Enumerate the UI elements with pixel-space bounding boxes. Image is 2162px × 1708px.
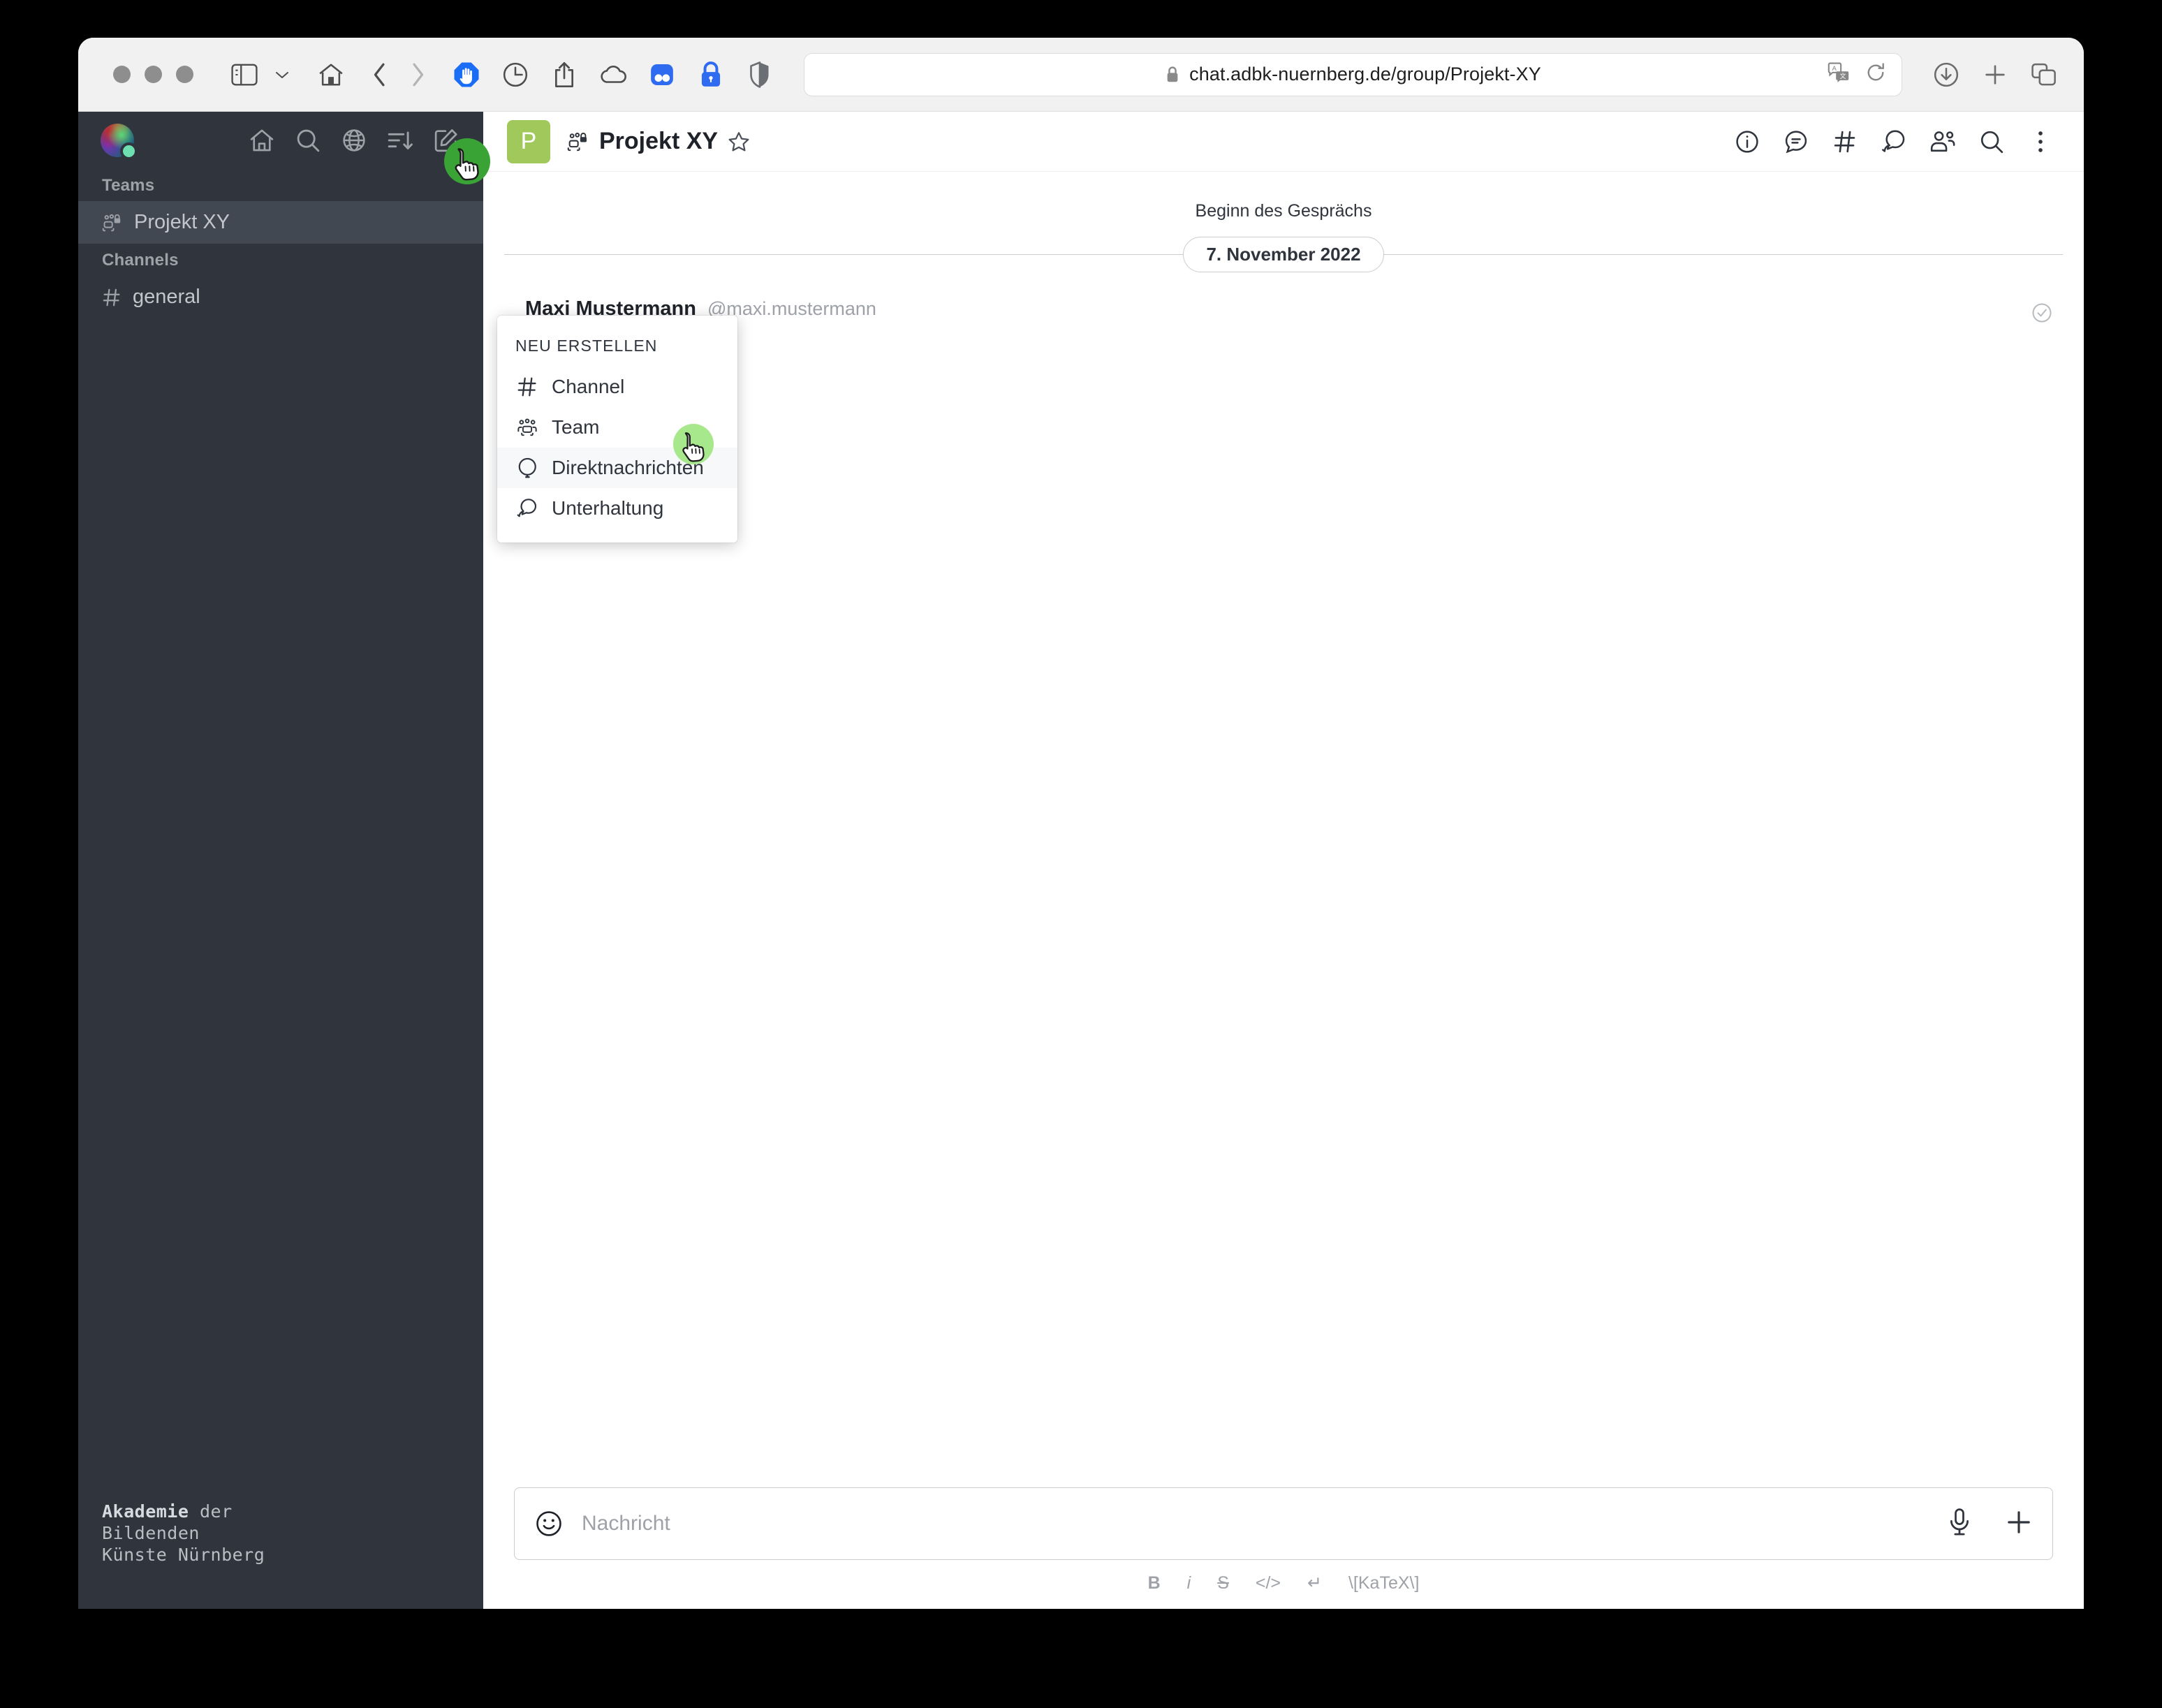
browser-toolbar: chat.adbk-nuernberg.de/group/Projekt-XY …: [78, 38, 2084, 112]
team-lock-icon: [567, 131, 589, 152]
strike-button[interactable]: S: [1217, 1573, 1229, 1593]
create-new-menu: NEU ERSTELLEN Channel Team Direktnachric…: [497, 316, 737, 543]
menu-item-label: Direktnachrichten: [552, 457, 704, 478]
plus-icon[interactable]: [2005, 1508, 2033, 1540]
logo-line-1-bold: Akademie: [102, 1501, 189, 1522]
italic-button[interactable]: i: [1187, 1573, 1191, 1593]
home-icon[interactable]: [249, 127, 275, 154]
date-divider: 7. November 2022: [483, 237, 2084, 272]
sidebar: Teams Projekt XY Channels general Akadem…: [78, 112, 490, 1609]
logo-line-2: Bildenden: [102, 1523, 200, 1543]
user-avatar[interactable]: [101, 124, 138, 160]
back-icon[interactable]: [361, 56, 399, 94]
sidebar-item-label: Projekt XY: [134, 211, 230, 233]
discussion-icon: [515, 498, 539, 519]
info-icon[interactable]: [1733, 128, 1761, 156]
sidebar-item-label: general: [133, 286, 200, 308]
hashtag-icon: [102, 288, 122, 307]
menu-item-channel[interactable]: Channel: [497, 367, 737, 407]
search-icon[interactable]: [1978, 128, 2006, 156]
star-outline-icon[interactable]: [728, 131, 750, 153]
menu-item-label: Channel: [552, 376, 625, 397]
divider-line-right: [1383, 254, 2064, 255]
address-bar[interactable]: chat.adbk-nuernberg.de/group/Projekt-XY …: [804, 52, 1902, 96]
icloud-icon[interactable]: [594, 56, 632, 94]
message-composer-area: Nachricht B i S </> ↵ \[KaTeX\]: [483, 1487, 2084, 1609]
svg-text:A: A: [1832, 65, 1837, 73]
smiley-icon[interactable]: [534, 1509, 564, 1538]
room-avatar[interactable]: P: [507, 119, 550, 163]
sidebar-section-channels-label: Channels: [102, 251, 179, 270]
address-bar-text: chat.adbk-nuernberg.de/group/Projekt-XY: [1189, 64, 1541, 84]
browser-window: chat.adbk-nuernberg.de/group/Projekt-XY …: [78, 38, 2084, 1609]
threads-icon[interactable]: [1782, 128, 1810, 156]
members-icon[interactable]: [1929, 128, 1957, 156]
extension-icon[interactable]: [643, 56, 681, 94]
sidebar-actions: [249, 127, 490, 184]
globe-icon[interactable]: [341, 127, 367, 154]
menu-item-label: Unterhaltung: [552, 497, 664, 519]
date-chip[interactable]: 7. November 2022: [1183, 237, 1384, 272]
svg-text:文: 文: [1840, 72, 1846, 80]
formatting-toolbar: B i S </> ↵ \[KaTeX\]: [514, 1560, 2053, 1609]
divider-line-left: [504, 254, 1184, 255]
reload-icon[interactable]: [1865, 62, 1886, 87]
message-input[interactable]: Nachricht: [582, 1512, 1928, 1536]
katex-button[interactable]: \[KaTeX\]: [1348, 1573, 1419, 1593]
logo-line-3: Künste Nürnberg: [102, 1545, 265, 1565]
lock-icon: [1165, 66, 1180, 84]
message-text: Hallo Welt: [525, 325, 2031, 347]
sidebar-topbar: [78, 112, 490, 184]
sidebar-item-general[interactable]: general: [78, 276, 483, 318]
logo-line-1-rest: der: [199, 1501, 233, 1522]
translate-icon[interactable]: A 文: [1828, 62, 1850, 87]
1password-icon[interactable]: [692, 56, 730, 94]
chat-header-actions: [1733, 128, 2054, 156]
adblock-icon[interactable]: [448, 56, 485, 94]
sidebar-item-projekt-xy[interactable]: Projekt XY: [78, 201, 483, 244]
microphone-icon[interactable]: [1946, 1508, 1973, 1540]
team-icon: [515, 418, 539, 437]
pencil-box-icon[interactable]: [433, 127, 490, 184]
discussion-icon[interactable]: [1880, 128, 1908, 156]
code-button[interactable]: </>: [1256, 1573, 1281, 1593]
conversation-start-label: Beginn des Gesprächs: [1195, 201, 1372, 221]
page-title: Projekt XY: [599, 128, 719, 154]
chevron-down-icon[interactable]: [263, 56, 301, 94]
academy-logo: Akademie der Bildenden Künste Nürnberg: [78, 1501, 483, 1609]
create-new-menu-header: NEU ERSTELLEN: [515, 337, 658, 355]
forward-icon: [399, 56, 436, 94]
online-status-dot: [120, 142, 138, 160]
menu-item-team[interactable]: Team: [497, 407, 737, 448]
new-tab-icon[interactable]: [1976, 56, 2014, 94]
history-icon[interactable]: [497, 56, 534, 94]
hashtag-icon: [515, 376, 539, 397]
sidebar-section-teams-label: Teams: [102, 176, 155, 195]
search-icon[interactable]: [295, 127, 321, 154]
app-body: Teams Projekt XY Channels general Akadem…: [78, 112, 2084, 1609]
tab-overview-icon[interactable]: [2025, 56, 2063, 94]
chat-header: P Projekt XY: [483, 112, 2084, 172]
maximize-window-button[interactable]: [176, 66, 193, 83]
sort-icon[interactable]: [387, 127, 413, 154]
downloads-icon[interactable]: [1927, 56, 1965, 94]
message-composer[interactable]: Nachricht: [514, 1487, 2053, 1560]
multiline-code-button[interactable]: ↵: [1307, 1573, 1322, 1593]
menu-item-direktnachrichten[interactable]: Direktnachrichten: [497, 448, 737, 488]
team-lock-icon: [102, 213, 123, 233]
close-window-button[interactable]: [113, 66, 131, 83]
menu-item-label: Team: [552, 416, 600, 438]
channels-icon[interactable]: [1831, 128, 1859, 156]
balloon-icon: [515, 457, 539, 478]
minimize-window-button[interactable]: [145, 66, 162, 83]
home-icon[interactable]: [312, 56, 350, 94]
kebab-icon[interactable]: [2027, 128, 2054, 156]
sidebar-toggle-icon[interactable]: [226, 56, 263, 94]
privacy-shield-icon[interactable]: [741, 56, 779, 94]
bold-button[interactable]: B: [1148, 1573, 1161, 1593]
share-icon[interactable]: [545, 56, 583, 94]
check-circle-icon: [2031, 297, 2053, 324]
window-traffic-lights[interactable]: [113, 66, 193, 83]
menu-item-unterhaltung[interactable]: Unterhaltung: [497, 488, 737, 529]
